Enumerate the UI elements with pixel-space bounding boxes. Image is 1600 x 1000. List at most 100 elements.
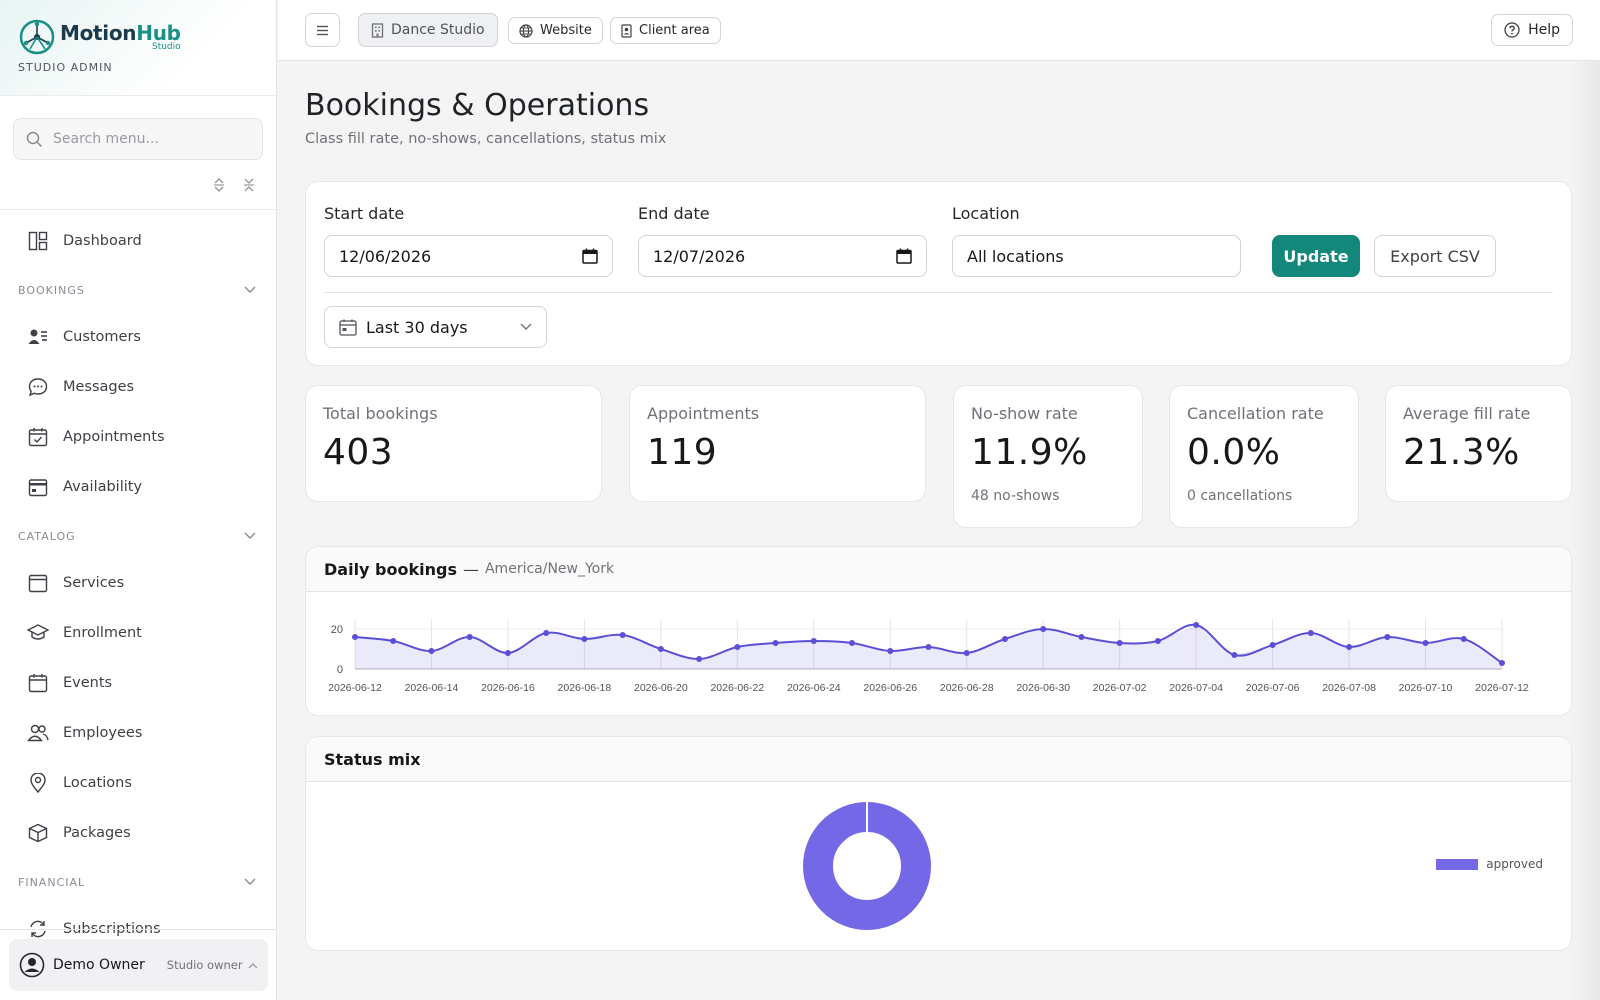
x-tick-label: 2026-06-28: [940, 682, 994, 694]
services-icon: [27, 572, 49, 594]
id-badge-icon: [621, 23, 632, 38]
status-legend-item[interactable]: approved: [1436, 857, 1543, 871]
menu-search[interactable]: [13, 118, 263, 160]
data-point: [925, 644, 932, 650]
website-link[interactable]: Website: [508, 17, 603, 44]
sidebar-section-bookings[interactable]: BOOKINGS: [0, 268, 276, 312]
stat-card-no-show-rate: No-show rate 11.9% 48 no-shows: [953, 385, 1143, 528]
help-button[interactable]: Help: [1491, 14, 1573, 46]
sidebar-divider: [0, 929, 276, 930]
data-point: [1384, 634, 1391, 640]
user-avatar-icon: [19, 952, 45, 978]
sidebar-item-packages[interactable]: Packages: [0, 808, 276, 858]
stat-card-appointments: Appointments 119: [629, 385, 926, 502]
date-range-select[interactable]: Last 30 days: [324, 306, 547, 348]
x-tick-label: 2026-06-18: [558, 682, 612, 694]
menu-search-input[interactable]: [53, 131, 243, 147]
dashboard-icon: [27, 230, 49, 252]
sidebar-item-availability[interactable]: Availability: [0, 462, 276, 512]
data-point: [1269, 642, 1276, 648]
sidebar-item-messages[interactable]: Messages: [0, 362, 276, 412]
filters-divider: [324, 292, 1553, 293]
export-csv-button[interactable]: Export CSV: [1374, 235, 1496, 277]
data-point: [352, 634, 358, 640]
brand-name-accent: Hub: [136, 20, 181, 45]
data-point: [772, 640, 779, 646]
sidebar: MotionHub Studio STUDIO ADMIN Dashboard …: [0, 0, 277, 1000]
graduation-cap-icon: [27, 622, 49, 644]
sidebar-item-enrollment[interactable]: Enrollment: [0, 608, 276, 658]
user-menu[interactable]: Demo Owner Studio owner: [9, 939, 268, 991]
data-point: [1346, 644, 1353, 650]
x-tick-label: 2026-06-30: [1016, 682, 1070, 694]
end-date-field[interactable]: 12/07/2026: [638, 235, 927, 277]
title-dash: —: [462, 559, 479, 579]
help-label: Help: [1528, 22, 1560, 38]
data-point: [504, 650, 511, 656]
data-point: [1040, 626, 1047, 632]
stat-label: Average fill rate: [1403, 404, 1531, 423]
sidebar-item-label: Employees: [63, 725, 143, 741]
data-point: [543, 630, 550, 636]
stat-note: 0 cancellations: [1187, 488, 1293, 504]
stat-label: No-show rate: [971, 404, 1078, 423]
data-point: [466, 634, 473, 640]
section-title: BOOKINGS: [18, 283, 85, 297]
x-tick-label: 2026-06-16: [481, 682, 535, 694]
chevron-down-icon: [244, 286, 256, 293]
sidebar-item-appointments[interactable]: Appointments: [0, 412, 276, 462]
menu-toggle-button[interactable]: [305, 13, 340, 47]
x-tick-label: 2026-06-14: [405, 682, 459, 694]
page-title: Bookings & Operations: [305, 88, 650, 123]
sidebar-item-label: Appointments: [63, 429, 165, 445]
sidebar-section-financial[interactable]: FINANCIAL: [0, 860, 276, 904]
x-tick-label: 2026-07-06: [1246, 682, 1300, 694]
main-content: Bookings & Operations Class fill rate, n…: [278, 61, 1600, 1000]
legend-label: approved: [1486, 857, 1543, 871]
status-mix-donut-chart: [803, 802, 931, 930]
data-point: [696, 656, 703, 662]
stat-label: Cancellation rate: [1187, 404, 1324, 423]
studio-switcher-button[interactable]: Dance Studio: [358, 13, 498, 47]
daily-bookings-header: Daily bookings — America/New_York: [306, 547, 1571, 592]
calendar-picker-icon[interactable]: [582, 248, 598, 264]
start-date-field[interactable]: 12/06/2026: [324, 235, 613, 277]
collapse-all-icon[interactable]: [242, 177, 256, 193]
section-title: CATALOG: [18, 529, 76, 543]
data-point: [849, 640, 856, 646]
sidebar-item-employees[interactable]: Employees: [0, 708, 276, 758]
brand-caption: STUDIO ADMIN: [18, 61, 113, 74]
x-tick-label: 2026-06-20: [634, 682, 688, 694]
studio-name: Dance Studio: [391, 22, 485, 38]
x-tick-label: 2026-07-12: [1475, 682, 1529, 694]
website-label: Website: [540, 23, 592, 38]
update-button[interactable]: Update: [1272, 235, 1360, 277]
sidebar-item-customers[interactable]: Customers: [0, 312, 276, 362]
expand-all-icon[interactable]: [212, 177, 226, 193]
stat-value: 0.0%: [1187, 432, 1281, 473]
sidebar-item-label: Packages: [63, 825, 131, 841]
x-tick-label: 2026-07-02: [1093, 682, 1147, 694]
daily-bookings-chart: 0 20 2026-06-12 2026-06-14 2026-06-16 2026-06…: [328, 619, 1529, 694]
sidebar-item-locations[interactable]: Locations: [0, 758, 276, 808]
sidebar-item-label: Events: [63, 675, 113, 691]
chevron-down-icon: [520, 323, 532, 330]
calendar-picker-icon[interactable]: [896, 248, 912, 264]
brand-name: Motion: [60, 20, 137, 45]
sidebar-item-services[interactable]: Services: [0, 558, 276, 608]
location-select[interactable]: All locations: [952, 235, 1241, 277]
help-circle-icon: [1504, 22, 1520, 38]
page-subtitle: Class fill rate, no-shows, cancellations…: [305, 131, 667, 147]
user-role: Studio owner: [166, 958, 243, 972]
sidebar-item-dashboard[interactable]: Dashboard: [0, 216, 276, 266]
sidebar-item-events[interactable]: Events: [0, 658, 276, 708]
sidebar-section-catalog[interactable]: CATALOG: [0, 514, 276, 558]
data-point: [619, 632, 626, 638]
x-tick-label: 2026-06-22: [710, 682, 764, 694]
client-area-link[interactable]: Client area: [610, 17, 721, 44]
logo[interactable]: MotionHub Studio: [18, 18, 258, 56]
data-point: [887, 648, 894, 654]
legend-swatch: [1436, 858, 1479, 870]
data-point: [1078, 634, 1085, 640]
stat-value: 21.3%: [1403, 432, 1520, 473]
